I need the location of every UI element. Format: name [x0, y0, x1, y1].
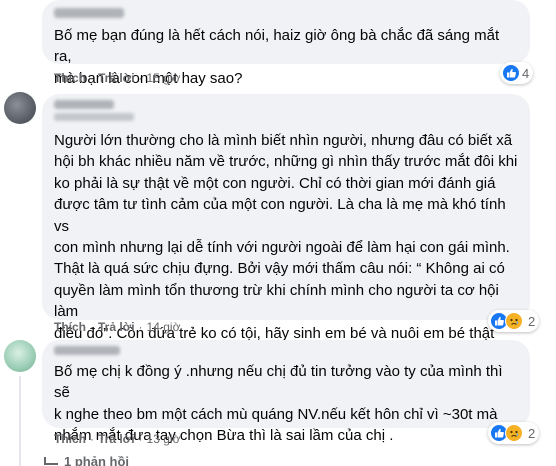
reaction-summary[interactable]: 2 — [488, 422, 540, 444]
separator-dot: · — [138, 320, 143, 334]
reply-arrow-icon — [44, 457, 58, 465]
separator-dot: · — [90, 71, 94, 85]
like-action[interactable]: Thích — [54, 71, 86, 85]
comment-actions: Thích · Trả lời · 15 giờ — [54, 71, 180, 85]
author-name-blurred[interactable] — [54, 346, 120, 355]
comment-time[interactable]: 13 giờ — [147, 432, 181, 446]
reaction-count: 2 — [528, 313, 536, 329]
comment-bubble: Người lớn thường cho là mình biết nhìn n… — [42, 94, 530, 384]
sad-reaction-icon — [505, 312, 523, 330]
reply-action[interactable]: Trả lời — [98, 432, 135, 446]
comment-bubble: Bố mẹ bạn đúng là hết cách nói, haiz giờ… — [42, 0, 530, 87]
like-action[interactable]: Thích — [54, 320, 86, 334]
author-name-blurred[interactable] — [54, 100, 114, 109]
comment-bubble: Bố mẹ chị k đồng ý .nhưng nếu chị đủ tin… — [42, 340, 530, 444]
comment-actions: Thích · Trả lời · 14 giờ — [54, 320, 180, 334]
separator-dot: · — [138, 71, 143, 85]
avatar[interactable] — [4, 340, 36, 372]
replies-count-label: 1 phản hồi — [64, 454, 129, 466]
separator-dot: · — [138, 432, 143, 446]
avatar[interactable] — [4, 92, 36, 124]
reply-action[interactable]: Trả lời — [98, 71, 135, 85]
comment-actions: Thích · Trả lời · 13 giờ — [54, 432, 180, 446]
reply-action[interactable]: Trả lời — [98, 320, 135, 334]
author-name-blurred[interactable] — [54, 8, 124, 18]
reaction-summary[interactable]: 2 — [488, 310, 540, 332]
reaction-count: 2 — [528, 425, 536, 441]
comment-1: Bố mẹ bạn đúng là hết cách nói, haiz giờ… — [0, 0, 556, 90]
thread-line — [19, 376, 21, 466]
view-replies-link[interactable]: 1 phản hồi — [44, 454, 129, 466]
comment-time[interactable]: 14 giờ — [147, 320, 181, 334]
separator-dot: · — [90, 432, 94, 446]
comment-2: Người lớn thường cho là mình biết nhìn n… — [0, 90, 556, 384]
reaction-count: 4 — [522, 65, 530, 81]
reaction-summary[interactable]: 4 — [500, 62, 534, 84]
sad-reaction-icon — [505, 424, 523, 442]
comment-3: Bố mẹ chị k đồng ý .nhưng nếu chị đủ tin… — [0, 340, 556, 466]
author-badge-blurred — [54, 113, 134, 121]
comment-time[interactable]: 15 giờ — [147, 71, 181, 85]
like-action[interactable]: Thích — [54, 432, 86, 446]
separator-dot: · — [90, 320, 94, 334]
like-reaction-icon — [502, 64, 520, 82]
